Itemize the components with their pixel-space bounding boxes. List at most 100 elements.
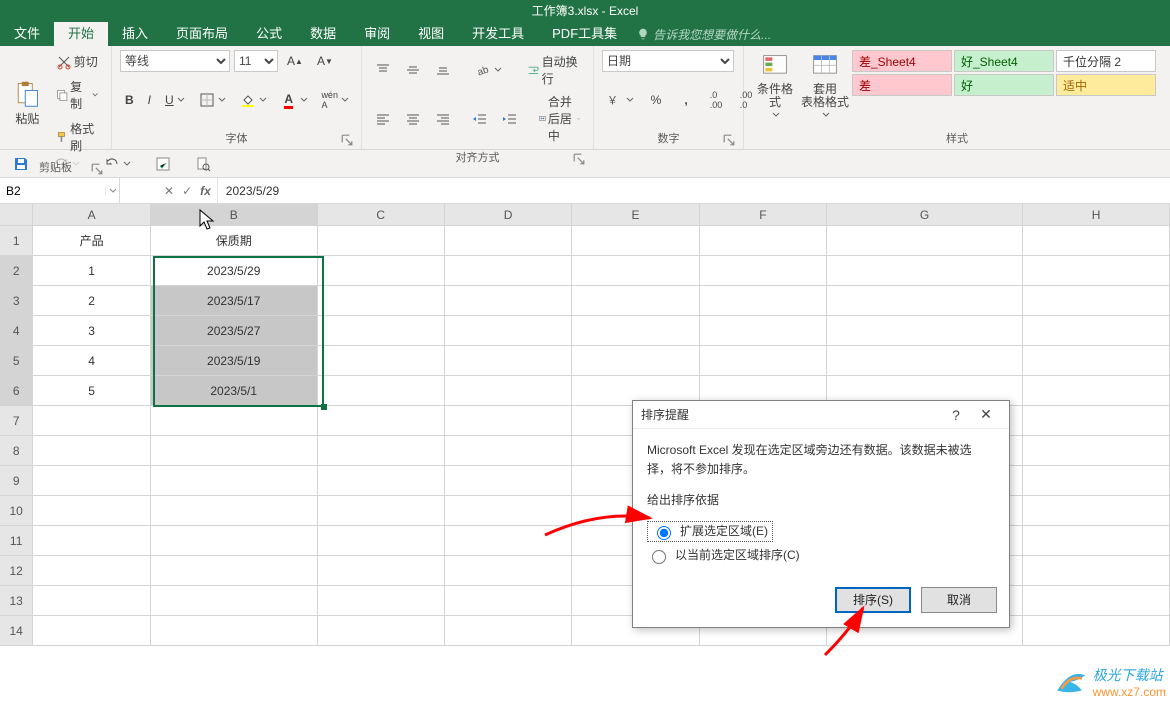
- cancel-formula-button[interactable]: ✕: [164, 184, 174, 198]
- cell[interactable]: [318, 286, 445, 316]
- font-color-button[interactable]: A: [276, 89, 313, 111]
- cell[interactable]: [318, 586, 445, 616]
- col-header-H[interactable]: H: [1023, 204, 1170, 226]
- shrink-font-button[interactable]: A▼: [312, 50, 338, 72]
- row-header-3[interactable]: 3: [0, 286, 33, 316]
- font-dialog-launcher[interactable]: [341, 134, 353, 146]
- cell-A5[interactable]: 4: [33, 346, 151, 376]
- row-header-4[interactable]: 4: [0, 316, 33, 346]
- orientation-button[interactable]: ab: [470, 59, 507, 81]
- name-box-dropdown[interactable]: [105, 187, 119, 195]
- row-header-14[interactable]: 14: [0, 616, 33, 646]
- tab-insert[interactable]: 插入: [108, 22, 162, 46]
- cancel-button[interactable]: 取消: [921, 587, 997, 613]
- paste-button[interactable]: 粘贴: [8, 77, 47, 130]
- cell[interactable]: [445, 346, 572, 376]
- style-good2[interactable]: 好: [954, 74, 1054, 96]
- cell-A1[interactable]: 产品: [33, 226, 151, 256]
- cell-B4[interactable]: 2023/5/27: [151, 316, 318, 346]
- dialog-close-button[interactable]: ✕: [971, 406, 1001, 423]
- cell[interactable]: [445, 256, 572, 286]
- cell[interactable]: [572, 226, 699, 256]
- cell[interactable]: [1023, 586, 1170, 616]
- cell[interactable]: [827, 226, 1023, 256]
- cell[interactable]: [445, 586, 572, 616]
- redo-button[interactable]: [50, 153, 83, 175]
- cell[interactable]: [33, 556, 151, 586]
- row-header-6[interactable]: 6: [0, 376, 33, 406]
- cell[interactable]: [572, 286, 699, 316]
- fx-button[interactable]: fx: [200, 184, 211, 198]
- cell[interactable]: [700, 226, 827, 256]
- cell[interactable]: [318, 256, 445, 286]
- cell[interactable]: [151, 556, 318, 586]
- cell[interactable]: [33, 466, 151, 496]
- cell[interactable]: [33, 586, 151, 616]
- cell[interactable]: [318, 466, 445, 496]
- indent-inc-button[interactable]: [497, 108, 523, 130]
- cell[interactable]: [445, 226, 572, 256]
- radio-expand-input[interactable]: [657, 526, 671, 540]
- align-dialog-launcher[interactable]: [573, 153, 585, 165]
- tab-formula[interactable]: 公式: [242, 22, 296, 46]
- cell[interactable]: [700, 346, 827, 376]
- row-header-7[interactable]: 7: [0, 406, 33, 436]
- cell[interactable]: [1023, 256, 1170, 286]
- col-header-G[interactable]: G: [827, 204, 1023, 226]
- clipboard-dialog-launcher[interactable]: [91, 163, 103, 175]
- cell-A6[interactable]: 5: [33, 376, 151, 406]
- qat-btn-1[interactable]: [152, 153, 174, 175]
- cell[interactable]: [1023, 316, 1170, 346]
- cell[interactable]: [318, 496, 445, 526]
- fill-color-button[interactable]: [235, 89, 272, 111]
- tab-layout[interactable]: 页面布局: [162, 22, 242, 46]
- cell[interactable]: [318, 316, 445, 346]
- cell-B6[interactable]: 2023/5/1: [151, 376, 318, 406]
- radio-current-input[interactable]: [652, 550, 666, 564]
- cell[interactable]: [1023, 526, 1170, 556]
- select-all-corner[interactable]: [0, 204, 33, 226]
- cell[interactable]: [1023, 286, 1170, 316]
- cell[interactable]: [318, 376, 445, 406]
- align-middle-button[interactable]: [400, 59, 426, 81]
- align-left-button[interactable]: [370, 108, 396, 130]
- cell[interactable]: [318, 346, 445, 376]
- number-dialog-launcher[interactable]: [723, 134, 735, 146]
- font-select[interactable]: 等线: [120, 50, 230, 72]
- dialog-titlebar[interactable]: 排序提醒 ? ✕: [633, 401, 1009, 429]
- tell-me[interactable]: 告诉我您想要做什么...: [637, 22, 771, 46]
- grow-font-button[interactable]: A▲: [282, 50, 308, 72]
- tab-data[interactable]: 数据: [296, 22, 350, 46]
- indent-dec-button[interactable]: [467, 108, 493, 130]
- enter-formula-button[interactable]: ✓: [182, 184, 192, 198]
- cell[interactable]: [33, 526, 151, 556]
- tab-review[interactable]: 审阅: [350, 22, 404, 46]
- cell[interactable]: [827, 346, 1023, 376]
- name-box-input[interactable]: [0, 184, 105, 198]
- row-header-1[interactable]: 1: [0, 226, 33, 256]
- cell-B5[interactable]: 2023/5/19: [151, 346, 318, 376]
- cell[interactable]: [318, 556, 445, 586]
- row-header-12[interactable]: 12: [0, 556, 33, 586]
- align-bottom-button[interactable]: [430, 59, 456, 81]
- cell-A4[interactable]: 3: [33, 316, 151, 346]
- col-header-C[interactable]: C: [318, 204, 445, 226]
- cell[interactable]: [700, 316, 827, 346]
- number-format-select[interactable]: 日期: [602, 50, 734, 72]
- cell[interactable]: [151, 466, 318, 496]
- cell[interactable]: [151, 616, 318, 646]
- cell-A2[interactable]: 1: [33, 256, 151, 286]
- cell[interactable]: [318, 406, 445, 436]
- cell[interactable]: [1023, 556, 1170, 586]
- cell[interactable]: [572, 346, 699, 376]
- cell-A3[interactable]: 2: [33, 286, 151, 316]
- cell[interactable]: [1023, 346, 1170, 376]
- style-bad2[interactable]: 差: [852, 74, 952, 96]
- cell[interactable]: [1023, 436, 1170, 466]
- cell[interactable]: [827, 316, 1023, 346]
- cell[interactable]: [151, 586, 318, 616]
- tab-pdf[interactable]: PDF工具集: [538, 22, 631, 46]
- col-header-D[interactable]: D: [445, 204, 572, 226]
- cell[interactable]: [33, 406, 151, 436]
- tab-file[interactable]: 文件: [0, 22, 54, 46]
